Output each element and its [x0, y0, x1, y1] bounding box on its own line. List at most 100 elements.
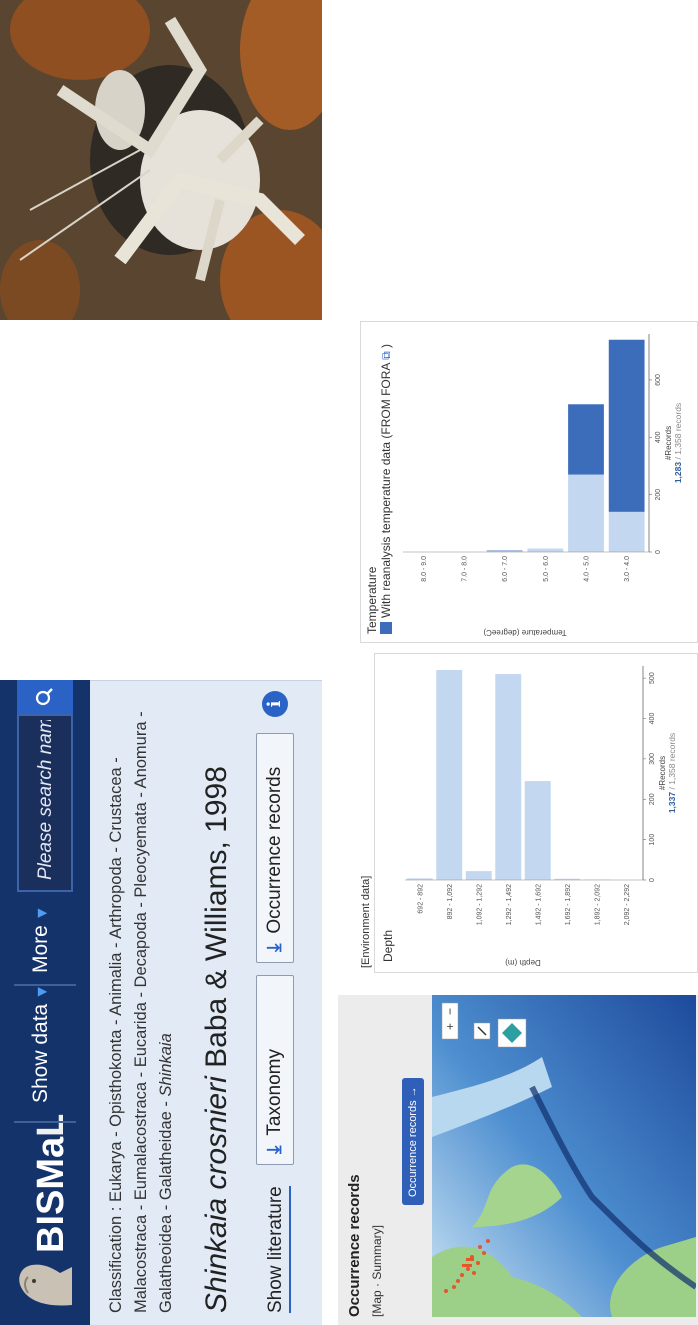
- occurrence-title: Occurrence records: [346, 1174, 363, 1317]
- search-icon: [35, 688, 53, 706]
- x-tick-label: 200: [655, 489, 662, 501]
- nav-show-data[interactable]: Show data ▼: [29, 984, 53, 1103]
- bar: [486, 550, 523, 552]
- taxonomy-button[interactable]: ⤓ Taxonomy: [256, 975, 294, 1165]
- temperature-chart: Temperature (degreeC) 8.0 - 9.0 7.0 - 8.0 6…: [403, 334, 683, 637]
- download-icon: ⤓: [264, 943, 285, 952]
- occurrence-map-panel: Occurrence records [Map · Summary] Occur…: [338, 995, 698, 1325]
- nav-separator: [14, 1121, 76, 1123]
- species-author: Baba & Williams, 1998: [200, 766, 233, 1068]
- bar: [608, 339, 645, 512]
- x-tick-label: 500: [649, 672, 656, 684]
- environment-panel: [Environment data] Depth Depth (m) 692 - …: [360, 0, 698, 973]
- x-tick-label: 400: [655, 431, 662, 443]
- svg-text:+: +: [443, 1023, 457, 1030]
- category-label: 1,892 - 2,092: [594, 884, 601, 925]
- bar: [568, 474, 604, 552]
- x-tick-label: 600: [655, 374, 662, 386]
- logo-text: BISMa: [30, 1136, 72, 1253]
- search-input[interactable]: [31, 718, 61, 882]
- classification-text: Classification : Eukarya - Opisthokonta …: [104, 698, 179, 1313]
- fora-external-link-icon[interactable]: ⧉: [379, 351, 393, 360]
- download-icon: ⤓: [264, 1145, 285, 1154]
- record-count-value: 1,337: [667, 790, 677, 814]
- x-tick-label: 200: [649, 793, 656, 805]
- bar: [608, 511, 645, 552]
- category-label: 1,292 - 1,492: [506, 884, 513, 925]
- category-label: 1,492 - 1,692: [535, 884, 542, 925]
- legend-swatch: [380, 622, 392, 634]
- show-literature-link[interactable]: Show literature: [265, 1186, 291, 1313]
- record-count: 1,337 / 1,358 records: [667, 733, 677, 813]
- environment-label: [Environment data]: [360, 875, 372, 968]
- layer-switch-icon[interactable]: [497, 1018, 527, 1048]
- map-zoom-controls[interactable]: + −: [441, 1002, 459, 1040]
- temperature-legend-text: With reanalysis temperature data (FROM F…: [379, 363, 393, 618]
- x-axis-title: #Records: [664, 426, 673, 460]
- bismal-logo[interactable]: BISMaL: [10, 1114, 80, 1311]
- record-count-total: / 1,358 records: [673, 403, 683, 460]
- map-fullscreen-button[interactable]: [473, 1022, 491, 1040]
- occurrence-records-link[interactable]: Occurrence records →: [402, 1078, 424, 1205]
- category-label: 8.0 - 9.0: [421, 556, 428, 582]
- occurrence-button-label: Occurrence records: [264, 766, 285, 934]
- caret-down-icon: ▼: [34, 983, 51, 1000]
- x-tick-label: 100: [649, 834, 656, 846]
- depth-chart-title: Depth: [381, 929, 395, 962]
- x-axis-title: #Records: [658, 756, 667, 790]
- temperature-chart-card: Temperature With reanalysis temperature …: [360, 321, 698, 643]
- occurrence-records-button[interactable]: ⤓ Occurrence records: [256, 733, 294, 963]
- bar: [527, 548, 564, 552]
- nav-separator: [14, 984, 76, 986]
- record-count: 1,283 / 1,358 records: [673, 403, 683, 483]
- caret-down-icon: ▼: [34, 905, 51, 922]
- bar: [568, 404, 604, 475]
- crab-photo-image: [0, 0, 322, 320]
- depth-chart-card: Depth Depth (m) 692 - 892 892 - 1,092 1,092…: [374, 653, 698, 973]
- category-label: 692 - 892: [417, 884, 424, 914]
- category-label: 6.0 - 7.0: [502, 556, 509, 582]
- species-scientific-name: Shinkaia crosnieri: [200, 1076, 233, 1313]
- nav-show-data-label: Show data: [29, 1003, 52, 1103]
- y-axis-title: Depth (m): [505, 958, 541, 967]
- category-label: 2,092 - 2,292: [624, 884, 631, 925]
- bar: [495, 674, 522, 880]
- bar: [524, 781, 551, 880]
- species-summary: Classification : Eukarya - Opisthokonta …: [90, 680, 322, 1325]
- classification-genus: Shinkaia: [157, 1033, 175, 1097]
- map-canvas: + −: [432, 995, 696, 1317]
- map-summary-tabs[interactable]: [Map · Summary]: [370, 1225, 384, 1317]
- bar: [465, 871, 492, 880]
- temperature-chart-title: Temperature: [365, 566, 379, 634]
- classification-label: Classification :: [107, 1206, 125, 1313]
- x-tick-label: 0: [649, 878, 656, 882]
- species-photo: [0, 0, 322, 320]
- x-tick-label: 0: [655, 550, 662, 554]
- taxonomy-button-label: Taxonomy: [264, 1048, 285, 1136]
- category-label: 3.0 - 4.0: [624, 556, 631, 582]
- nav-more[interactable]: More ▼: [29, 905, 53, 973]
- search-box: [17, 714, 73, 892]
- whale-logo-icon: [19, 1264, 72, 1306]
- bar: [436, 670, 463, 880]
- temperature-legend: With reanalysis temperature data (FROM F…: [379, 344, 394, 634]
- category-label: 892 - 1,092: [447, 884, 454, 920]
- top-navbar: BISMaL Show data ▼ More ▼: [0, 680, 90, 1325]
- record-count-value: 1,283: [673, 460, 683, 484]
- svg-text:−: −: [443, 1008, 457, 1015]
- category-label: 1,692 - 1,892: [565, 884, 572, 925]
- record-count-total: / 1,358 records: [667, 733, 677, 790]
- occurrence-map[interactable]: + −: [432, 995, 696, 1317]
- category-label: 7.0 - 8.0: [462, 556, 469, 582]
- search-button[interactable]: [17, 680, 73, 714]
- category-label: 5.0 - 6.0: [543, 556, 550, 582]
- info-icon[interactable]: i: [262, 691, 288, 717]
- x-tick-label: 300: [649, 753, 656, 765]
- depth-chart: Depth (m) 692 - 892 892 - 1,092 1,092 - 1,2…: [405, 666, 677, 967]
- species-title: Shinkaia crosnieri Baba & Williams, 1998: [200, 766, 234, 1313]
- x-tick-label: 400: [649, 713, 656, 725]
- category-label: 4.0 - 5.0: [584, 556, 591, 582]
- logo-text-l: L: [30, 1113, 72, 1137]
- nav-more-label: More: [29, 925, 52, 973]
- y-axis-title: Temperature (degreeC): [483, 628, 566, 637]
